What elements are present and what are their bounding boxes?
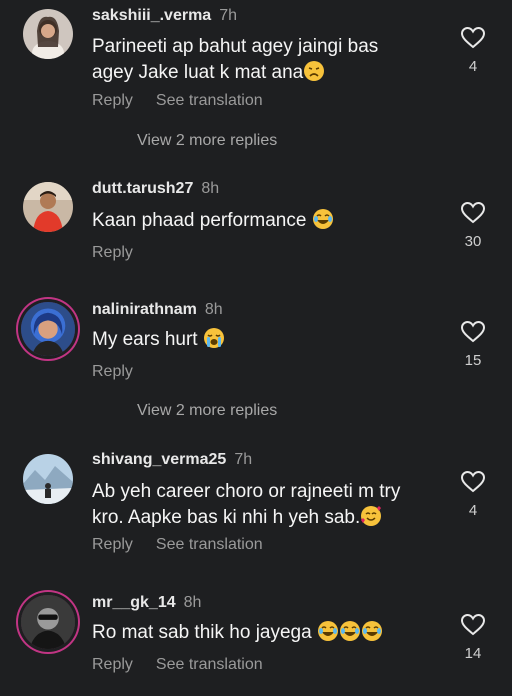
comment-text-line: My ears hurt bbox=[92, 329, 198, 350]
comment-nalinirathnam: nalinirathnam 8h My ears hurt Reply 15 bbox=[0, 292, 512, 392]
crying-emoji-icon bbox=[203, 328, 224, 348]
heart-outline-icon bbox=[460, 470, 486, 493]
view-more-replies[interactable]: View 2 more replies bbox=[137, 132, 277, 150]
reply-button[interactable]: Reply bbox=[92, 536, 133, 553]
like-count: 4 bbox=[468, 58, 478, 75]
see-translation-button[interactable]: See translation bbox=[156, 92, 263, 109]
comment-header: dutt.tarush27 8h bbox=[92, 180, 219, 198]
disappointed-emoji-icon bbox=[304, 61, 325, 81]
comment-actions: Reply bbox=[92, 244, 156, 262]
comment-text-line: agey Jake luat k mat ana bbox=[92, 62, 304, 83]
comment-text: My ears hurt bbox=[92, 327, 422, 353]
comment-text-line: Parineeti ap bahut agey jaingi bas bbox=[92, 36, 379, 57]
laughing-emoji-icon bbox=[361, 621, 382, 641]
comment-text-line: Ro mat sab thik ho jayega bbox=[92, 622, 312, 643]
like-count: 4 bbox=[468, 502, 478, 519]
comment-sakshiii: sakshiii_.verma 7h Parineeti ap bahut age… bbox=[0, 0, 512, 130]
comment-actions: Reply bbox=[92, 363, 156, 381]
comment-actions: Reply See translation bbox=[92, 656, 286, 674]
like-count: 30 bbox=[464, 233, 482, 250]
username[interactable]: sakshiii_.verma bbox=[92, 7, 211, 24]
comment-text: Kaan phaad performance bbox=[92, 208, 422, 234]
reply-button[interactable]: Reply bbox=[92, 363, 133, 380]
timestamp: 8h bbox=[201, 180, 220, 197]
username[interactable]: mr__gk_14 bbox=[92, 594, 176, 611]
comment-header: shivang_verma25 7h bbox=[92, 451, 252, 469]
laughing-emoji-icon bbox=[339, 621, 360, 641]
heart-outline-icon bbox=[460, 320, 486, 343]
avatar-story-ring[interactable] bbox=[21, 302, 75, 356]
comment-text: Ro mat sab thik ho jayega bbox=[92, 620, 422, 646]
avatar[interactable] bbox=[23, 9, 73, 59]
comment-text-line: kro. Aapke bas ki nhi h yeh sab. bbox=[92, 507, 361, 528]
reply-button[interactable]: Reply bbox=[92, 92, 133, 109]
comment-header: nalinirathnam 8h bbox=[92, 301, 223, 319]
see-translation-button[interactable]: See translation bbox=[156, 536, 263, 553]
like-count: 14 bbox=[464, 645, 482, 662]
comment-actions: Reply See translation bbox=[92, 92, 286, 110]
timestamp: 7h bbox=[219, 7, 237, 24]
avatar[interactable] bbox=[23, 454, 73, 504]
like-button[interactable]: 30 bbox=[460, 201, 486, 250]
username[interactable]: nalinirathnam bbox=[92, 301, 197, 318]
heart-outline-icon bbox=[460, 613, 486, 636]
timestamp: 8h bbox=[204, 301, 223, 318]
comment-text-line: Ab yeh career choro or rajneeti m try bbox=[92, 481, 401, 502]
comment-actions: Reply See translation bbox=[92, 536, 286, 554]
comment-mr-gk: mr__gk_14 8h Ro mat sab thik ho jayega Re… bbox=[0, 586, 512, 696]
like-button[interactable]: 4 bbox=[460, 470, 486, 519]
comment-shivang: shivang_verma25 7h Ab yeh career choro or… bbox=[0, 444, 512, 574]
comment-text: Ab yeh career choro or rajneeti m try kr… bbox=[92, 479, 422, 531]
avatar-story-ring[interactable] bbox=[21, 595, 75, 649]
timestamp: 8h bbox=[183, 594, 202, 611]
like-count: 15 bbox=[464, 352, 482, 369]
username[interactable]: shivang_verma25 bbox=[92, 451, 226, 468]
reply-button[interactable]: Reply bbox=[92, 656, 133, 673]
like-button[interactable]: 15 bbox=[460, 320, 486, 369]
comment-header: sakshiii_.verma 7h bbox=[92, 7, 237, 25]
avatar[interactable] bbox=[23, 182, 73, 232]
view-more-replies[interactable]: View 2 more replies bbox=[137, 402, 277, 420]
comment-text: Parineeti ap bahut agey jaingi bas agey … bbox=[92, 34, 422, 86]
heart-outline-icon bbox=[460, 201, 486, 224]
see-translation-button[interactable]: See translation bbox=[156, 656, 263, 673]
comment-dutt-tarush: dutt.tarush27 8h Kaan phaad performance R… bbox=[0, 172, 512, 272]
like-button[interactable]: 14 bbox=[460, 613, 486, 662]
laughing-emoji-icon bbox=[317, 621, 338, 641]
heart-outline-icon bbox=[460, 26, 486, 49]
comment-header: mr__gk_14 8h bbox=[92, 594, 201, 612]
like-button[interactable]: 4 bbox=[460, 26, 486, 75]
reply-button[interactable]: Reply bbox=[92, 244, 133, 261]
timestamp: 7h bbox=[234, 451, 253, 468]
comment-text-line: Kaan phaad performance bbox=[92, 210, 307, 231]
username[interactable]: dutt.tarush27 bbox=[92, 180, 193, 197]
laughing-emoji-icon bbox=[312, 209, 333, 229]
smiling-hearts-emoji-icon bbox=[361, 506, 382, 526]
